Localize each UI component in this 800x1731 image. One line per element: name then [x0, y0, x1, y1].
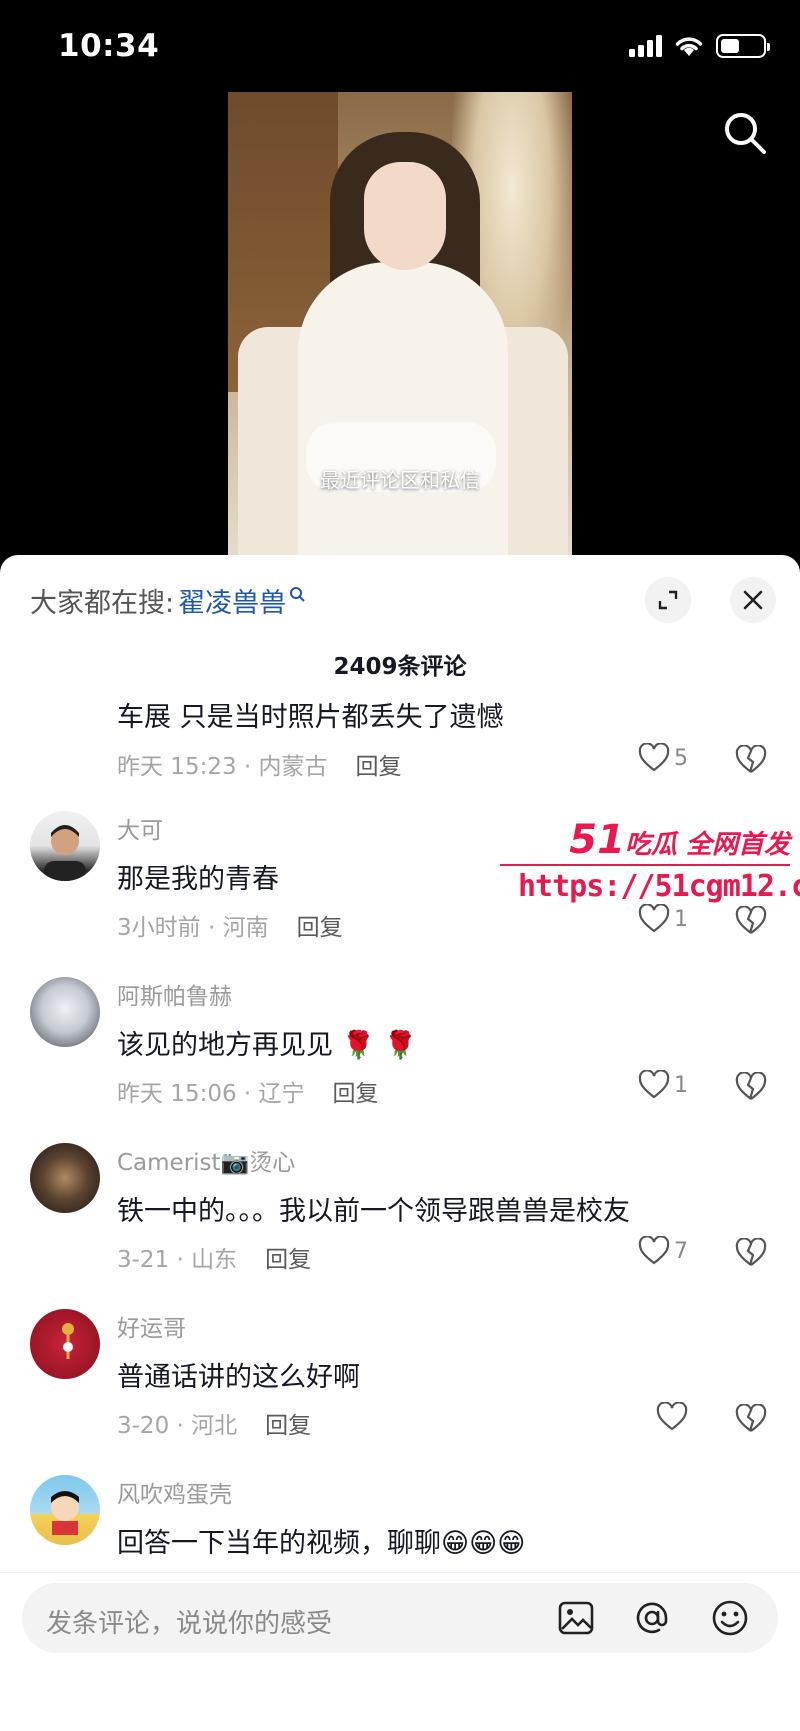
- comment-meta: 昨天 15:23 · 内蒙古 回复: [117, 747, 402, 781]
- signal-icon: [629, 35, 662, 57]
- like-button[interactable]: 1: [638, 904, 688, 934]
- comment-time: 3-20 · 河北: [117, 1413, 238, 1439]
- search-icon[interactable]: [722, 110, 768, 156]
- avatar[interactable]: [30, 977, 100, 1047]
- comment-text: 铁一中的。。。我以前一个领导跟兽兽是校友: [117, 1196, 630, 1227]
- comment-item: Camerist📷烫心 铁一中的。。。我以前一个领导跟兽兽是校友 3-21 · …: [0, 1137, 800, 1287]
- comment-count: 2409条评论: [333, 654, 467, 680]
- broken-heart-icon[interactable]: [735, 906, 767, 936]
- comment-meta: 3-21 · 山东 回复: [117, 1240, 311, 1274]
- person-face: [364, 162, 446, 270]
- reply-button[interactable]: 回复: [265, 1247, 311, 1273]
- reply-button[interactable]: 回复: [265, 1413, 311, 1439]
- close-icon: [743, 590, 763, 610]
- hot-search-term[interactable]: 翟凌兽兽: [178, 581, 286, 620]
- battery-icon: [716, 34, 770, 58]
- broken-heart-icon[interactable]: [735, 745, 767, 775]
- avatar[interactable]: [30, 1309, 100, 1379]
- broken-heart-icon[interactable]: [735, 1238, 767, 1268]
- comment-text: 那是我的青春: [117, 864, 279, 895]
- comment-input[interactable]: 发条评论，说说你的感受: [22, 1583, 778, 1653]
- comment-item: 车展 只是当时照片都丢失了遗憾 昨天 15:23 · 内蒙古 回复 5: [0, 695, 800, 815]
- input-placeholder: 发条评论，说说你的感受: [46, 1609, 333, 1639]
- expand-icon: [658, 590, 678, 610]
- video-player[interactable]: 最近评论区和私信: [228, 92, 572, 557]
- like-count: 1: [674, 906, 688, 932]
- comment-item: 好运哥 普通话讲的这么好啊 3-20 · 河北 回复: [0, 1303, 800, 1453]
- like-button[interactable]: 1: [638, 1070, 688, 1100]
- comment-text: 回答一下当年的视频，聊聊😁😁😁: [117, 1528, 526, 1559]
- comment-author[interactable]: Camerist📷烫心: [117, 1143, 295, 1177]
- heart-icon: [638, 904, 670, 933]
- comment-author[interactable]: 大可: [117, 811, 163, 845]
- comment-time: 昨天 15:06 · 辽宁: [117, 1081, 305, 1107]
- like-count: 5: [674, 745, 688, 771]
- wifi-icon: [675, 37, 703, 56]
- like-button[interactable]: [656, 1402, 688, 1432]
- reply-button[interactable]: 回复: [356, 754, 402, 780]
- video-caption: 最近评论区和私信: [320, 468, 480, 492]
- status-bar: 10:34: [0, 0, 800, 92]
- like-button[interactable]: 7: [638, 1236, 688, 1266]
- watermark-url: https://51cgm12.com: [518, 869, 800, 904]
- comment-item: 阿斯帕鲁赫 该见的地方再见见 🌹 🌹 昨天 15:06 · 辽宁 回复 1: [0, 971, 800, 1121]
- comment-meta: 3-20 · 河北 回复: [117, 1406, 311, 1440]
- reply-button[interactable]: 回复: [297, 915, 343, 941]
- comment-author[interactable]: 风吹鸡蛋壳: [117, 1475, 232, 1509]
- comment-text: 该见的地方再见见 🌹 🌹: [117, 1030, 418, 1061]
- hot-search[interactable]: 大家都在搜: 翟凌兽兽: [30, 581, 305, 620]
- comment-text: 普通话讲的这么好啊: [117, 1362, 360, 1393]
- broken-heart-icon[interactable]: [735, 1404, 767, 1434]
- avatar[interactable]: [30, 1475, 100, 1545]
- emoji-icon[interactable]: [710, 1598, 750, 1638]
- comment-author[interactable]: 阿斯帕鲁赫: [117, 977, 232, 1011]
- comment-time: 昨天 15:23 · 内蒙古: [117, 754, 328, 780]
- like-count: 7: [674, 1238, 688, 1264]
- comment-time: 3-21 · 山东: [117, 1247, 238, 1273]
- hot-search-prefix: 大家都在搜:: [30, 588, 175, 619]
- like-count: 1: [674, 1072, 688, 1098]
- avatar[interactable]: [30, 1143, 100, 1213]
- comment-text: 车展 只是当时照片都丢失了遗憾: [117, 702, 504, 733]
- image-icon[interactable]: [556, 1598, 596, 1638]
- heart-icon: [638, 1236, 670, 1265]
- comment-sheet: 大家都在搜: 翟凌兽兽 2409条评论 车展 只是当时照片都丢失了遗憾 昨天 1…: [0, 555, 800, 1731]
- heart-icon: [638, 743, 670, 772]
- mention-icon[interactable]: [632, 1598, 672, 1638]
- comment-time: 3小时前 · 河南: [117, 915, 269, 941]
- comment-meta: 昨天 15:06 · 辽宁 回复: [117, 1074, 379, 1108]
- reply-button[interactable]: 回复: [333, 1081, 379, 1107]
- comment-input-bar: 发条评论，说说你的感受: [0, 1572, 800, 1731]
- like-button[interactable]: 5: [638, 743, 688, 773]
- watermark-brand: 51吃瓜 全网首发: [569, 817, 790, 863]
- comment-author[interactable]: 好运哥: [117, 1309, 186, 1343]
- expand-button[interactable]: [645, 577, 691, 623]
- status-icons: [629, 34, 770, 58]
- avatar[interactable]: [30, 811, 100, 881]
- comment-item: 风吹鸡蛋壳 回答一下当年的视频，聊聊😁😁😁: [0, 1469, 800, 1579]
- heart-icon: [638, 1070, 670, 1099]
- close-button[interactable]: [730, 577, 776, 623]
- heart-icon: [656, 1402, 688, 1431]
- broken-heart-icon[interactable]: [735, 1072, 767, 1102]
- small-search-icon: [290, 586, 305, 602]
- comment-meta: 3小时前 · 河南 回复: [117, 908, 343, 942]
- watermark: 51吃瓜 全网首发 https://51cgm12.com: [500, 817, 800, 907]
- status-time: 10:34: [58, 28, 160, 64]
